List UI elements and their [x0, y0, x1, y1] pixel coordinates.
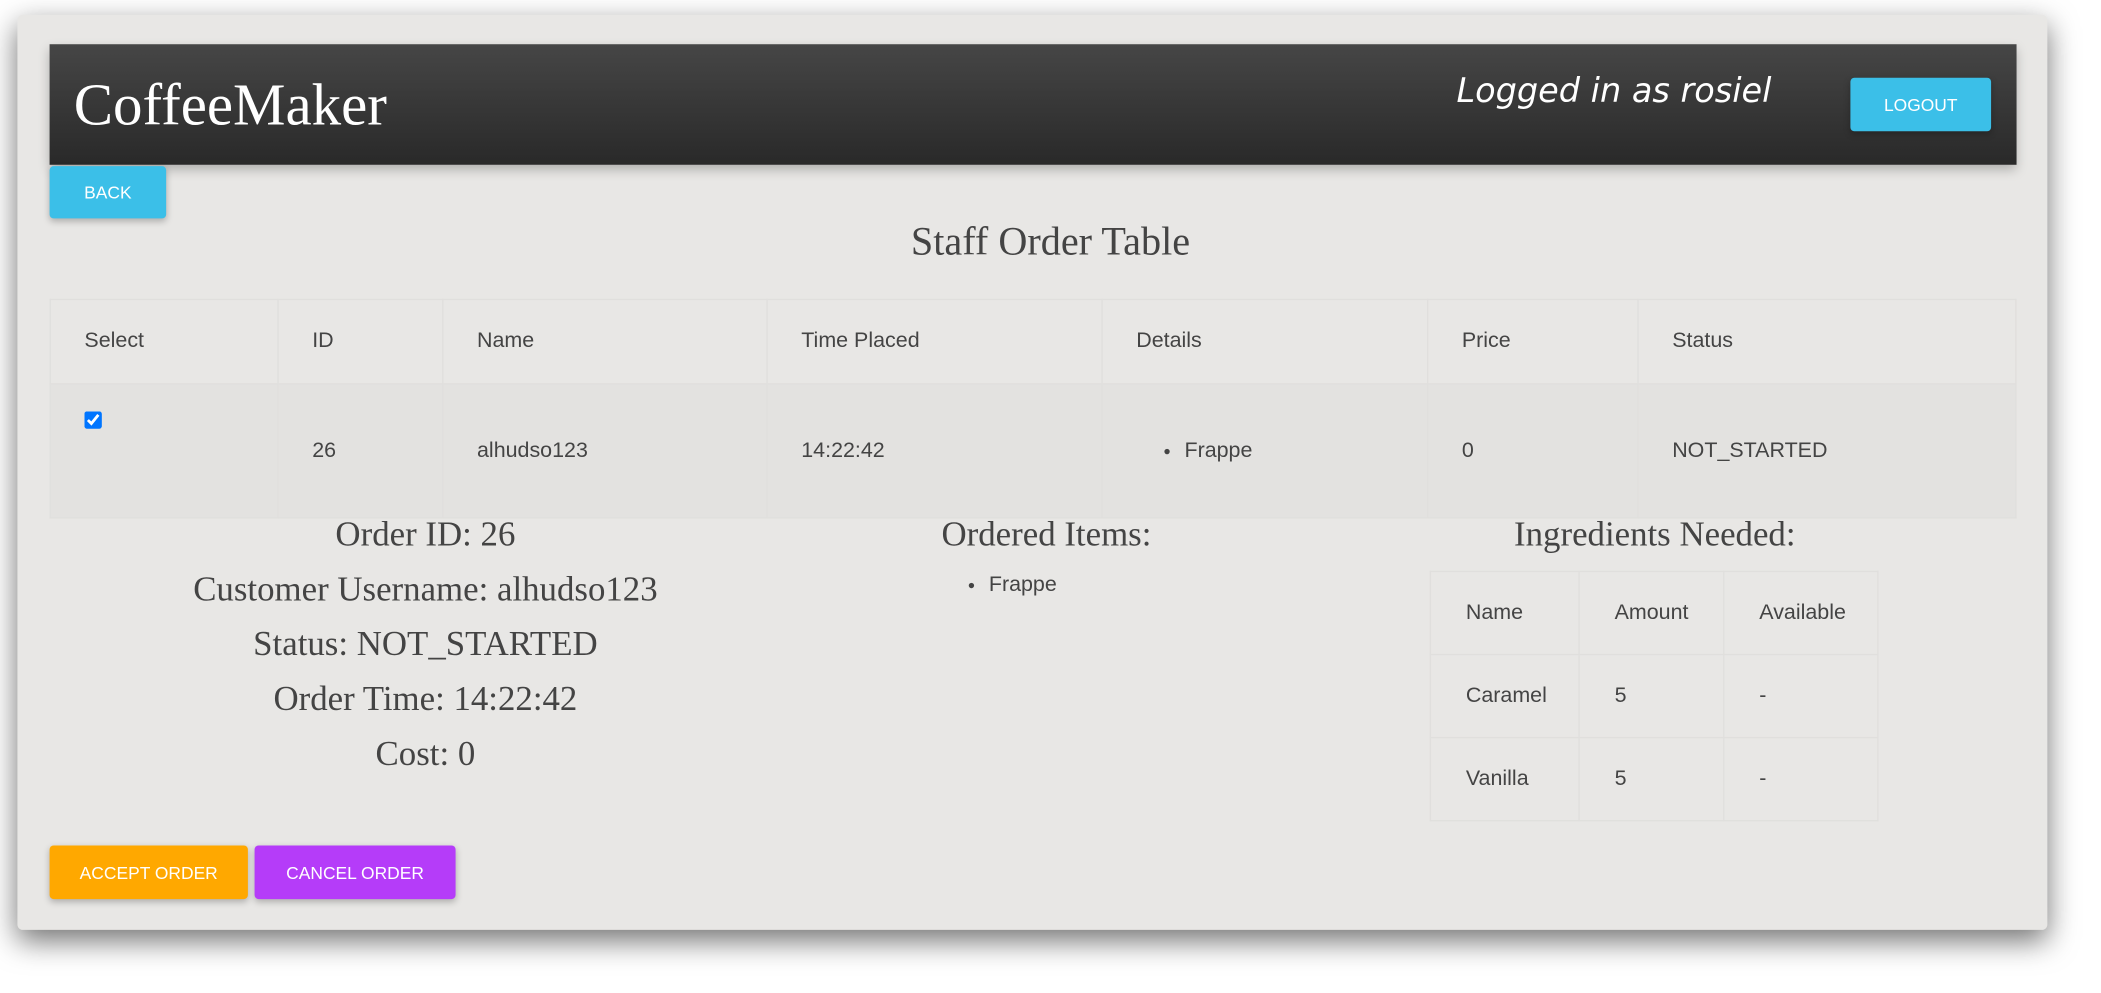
back-button[interactable]: BACK [49, 166, 167, 219]
col-price: Price [1426, 298, 1639, 385]
ingredient-row: Caramel 5 - [1429, 653, 1879, 739]
ordered-items-list: Frappe [965, 573, 1057, 597]
order-summary: Order ID: 26 Customer Username: alhudso1… [134, 515, 717, 790]
col-id: ID [277, 298, 444, 385]
ingredient-name: Caramel [1429, 653, 1580, 739]
orders-table: Select ID Name Time Placed Details Price… [49, 298, 2017, 519]
ingredient-available: - [1723, 653, 1879, 739]
col-select: Select [49, 298, 279, 385]
ingredients-table: Name Amount Available Caramel 5 - Vanill… [1429, 570, 1879, 822]
ingredient-available: - [1723, 736, 1879, 822]
summary-status: Status: NOT_STARTED [253, 624, 598, 664]
table-row[interactable]: 26 alhudso123 14:22:42 Frappe 0 NOT_STAR… [49, 383, 2017, 519]
logged-in-text: Logged in as rosiel [1456, 71, 1772, 110]
page-title: Staff Order Table [910, 219, 1191, 264]
ingredient-amount: 5 [1578, 736, 1725, 822]
order-name: alhudso123 [442, 383, 768, 519]
ingredient-row: Vanilla 5 - [1429, 736, 1879, 822]
accept-order-button[interactable]: ACCEPT ORDER [49, 845, 248, 900]
col-name: Name [442, 298, 768, 385]
col-details: Details [1101, 298, 1429, 385]
ingredient-amount: 5 [1578, 653, 1725, 739]
order-id: 26 [277, 383, 444, 519]
ing-col-amount: Amount [1578, 570, 1725, 656]
details-item: Frappe [1184, 439, 1427, 463]
logout-button[interactable]: LOGOUT [1850, 77, 1992, 132]
order-status: NOT_STARTED [1637, 383, 2017, 519]
ingredients-header-row: Name Amount Available [1429, 570, 1879, 656]
summary-cost: Cost: 0 [375, 734, 476, 774]
select-checkbox[interactable] [84, 411, 102, 429]
brand-logo: CoffeeMaker [73, 72, 387, 139]
ordered-item: Frappe [989, 573, 1057, 597]
col-status: Status [1637, 298, 2017, 385]
cancel-order-button[interactable]: CANCEL ORDER [254, 845, 456, 900]
ing-col-name: Name [1429, 570, 1580, 656]
order-details: Frappe [1101, 383, 1429, 519]
order-time: 14:22:42 [766, 383, 1103, 519]
app-header: CoffeeMaker Logged in as rosiel [49, 44, 2017, 165]
table-header-row: Select ID Name Time Placed Details Price… [49, 298, 2017, 385]
summary-order-id: Order ID: 26 [335, 514, 516, 554]
ingredients-heading: Ingredients Needed: [1514, 514, 1796, 554]
col-time: Time Placed [766, 298, 1103, 385]
order-price: 0 [1426, 383, 1639, 519]
summary-time: Order Time: 14:22:42 [273, 679, 578, 719]
ordered-items-heading: Ordered Items: [941, 514, 1152, 554]
summary-customer: Customer Username: alhudso123 [193, 569, 658, 609]
ingredient-name: Vanilla [1429, 736, 1580, 822]
ing-col-available: Available [1723, 570, 1879, 656]
